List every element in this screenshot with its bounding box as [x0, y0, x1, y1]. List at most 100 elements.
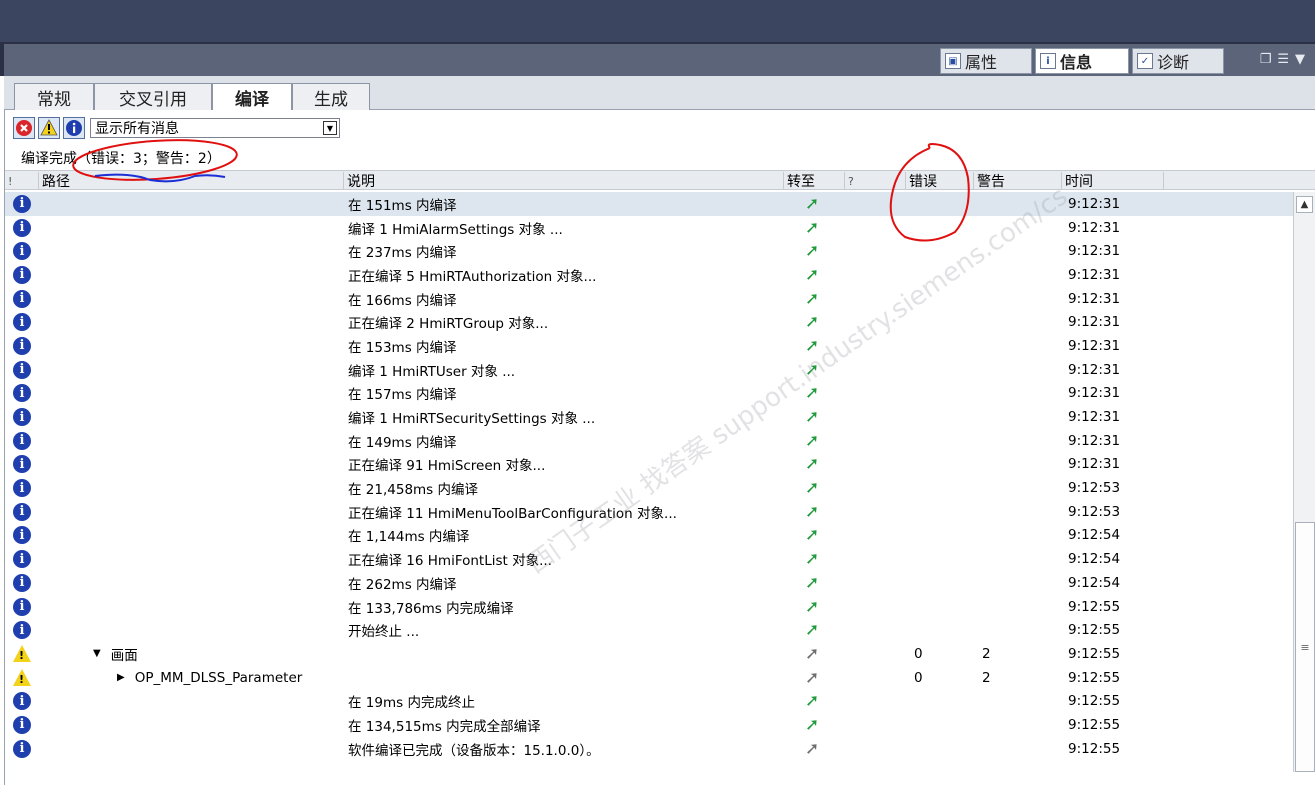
column-header-path[interactable]: 路径	[39, 172, 344, 190]
chevron-down-icon[interactable]: ▼	[323, 121, 337, 135]
goto-arrow-icon[interactable]: ➚	[805, 737, 819, 761]
table-row[interactable]: i 编译 1 HmiAlarmSettings 对象 ... ➚ 9:12:31	[5, 216, 1293, 240]
time-cell: 9:12:31	[1068, 361, 1121, 378]
info-icon: i	[13, 192, 31, 216]
time-cell: 9:12:54	[1068, 574, 1121, 591]
goto-arrow-icon[interactable]: ➚	[805, 263, 819, 287]
info-filter-button[interactable]	[63, 117, 85, 139]
restore-icon[interactable]: ❐	[1260, 52, 1272, 67]
table-row[interactable]: ! ▼ 画面 ➚ 0 2 9:12:55	[5, 642, 1293, 666]
goto-arrow-icon[interactable]: ➚	[805, 476, 819, 500]
goto-arrow-icon[interactable]: ➚	[805, 642, 819, 666]
time-cell: 9:12:55	[1068, 622, 1121, 639]
goto-arrow-icon[interactable]: ➚	[805, 310, 819, 334]
description-cell: 在 157ms 内编译	[348, 387, 457, 404]
table-row[interactable]: i 在 134,515ms 内完成全部编译 ➚ 9:12:55	[5, 713, 1293, 737]
goto-arrow-icon[interactable]: ➚	[805, 453, 819, 477]
time-cell: 9:12:55	[1068, 740, 1121, 757]
info-icon: i	[13, 524, 31, 548]
goto-arrow-icon[interactable]: ➚	[805, 666, 819, 690]
table-row[interactable]: i 编译 1 HmiRTUser 对象 ... ➚ 9:12:31	[5, 358, 1293, 382]
scroll-thumb[interactable]: ≡	[1295, 522, 1315, 772]
time-cell: 9:12:31	[1068, 314, 1121, 331]
goto-arrow-icon[interactable]: ➚	[805, 239, 819, 263]
window-controls: ❐ ☰ ▼	[1260, 52, 1305, 67]
time-cell: 9:12:55	[1068, 693, 1121, 710]
table-row[interactable]: i 正在编译 5 HmiRTAuthorization 对象... ➚ 9:12:31	[5, 263, 1293, 287]
column-header-description[interactable]: 说明	[344, 172, 784, 190]
info-icon: i	[13, 547, 31, 571]
table-row[interactable]: i 在 237ms 内编译 ➚ 9:12:31	[5, 239, 1293, 263]
info-icon: i	[13, 239, 31, 263]
goto-arrow-icon[interactable]: ➚	[805, 547, 819, 571]
info-subtabs: 常规 交叉引用 编译 生成	[4, 76, 1315, 111]
chevron-down-icon[interactable]: ▼	[1295, 52, 1305, 67]
info-icon: i	[13, 287, 31, 311]
goto-arrow-icon[interactable]: ➚	[805, 713, 819, 737]
goto-arrow-icon[interactable]: ➚	[805, 192, 819, 216]
table-row[interactable]: i 软件编译已完成（设备版本：15.1.0.0）。 ➚ 9:12:55	[5, 737, 1293, 761]
goto-arrow-icon[interactable]: ➚	[805, 216, 819, 240]
goto-arrow-icon[interactable]: ➚	[805, 287, 819, 311]
warning-filter-button[interactable]	[38, 117, 60, 139]
compile-panel: 显示所有消息 ▼ 编译完成（错误：3；警告：2） ! 路径 说明 转至 ? 错误…	[4, 110, 1315, 785]
table-row[interactable]: i 编译 1 HmiRTSecuritySettings 对象 ... ➚ 9:12:…	[5, 405, 1293, 429]
table-row[interactable]: i 在 151ms 内编译 ➚ 9:12:31	[5, 192, 1293, 216]
table-row[interactable]: i 在 19ms 内完成终止 ➚ 9:12:55	[5, 689, 1293, 713]
message-filter-dropdown[interactable]: 显示所有消息 ▼	[90, 118, 340, 138]
goto-arrow-icon[interactable]: ➚	[805, 405, 819, 429]
goto-arrow-icon[interactable]: ➚	[805, 595, 819, 619]
table-row[interactable]: i 正在编译 2 HmiRTGroup 对象... ➚ 9:12:31	[5, 310, 1293, 334]
description-cell: 在 1,144ms 内编译	[348, 529, 470, 546]
table-row[interactable]: i 在 166ms 内编译 ➚ 9:12:31	[5, 287, 1293, 311]
goto-arrow-icon[interactable]: ➚	[805, 524, 819, 548]
path-cell: ▼ 画面	[93, 642, 138, 666]
goto-arrow-icon[interactable]: ➚	[805, 500, 819, 524]
goto-arrow-icon[interactable]: ➚	[805, 618, 819, 642]
column-header-help[interactable]: ?	[845, 172, 906, 190]
table-row[interactable]: i在 153ms 内编译 ➚ 9:12:31	[5, 334, 1293, 358]
column-header-severity[interactable]: !	[5, 172, 39, 190]
goto-arrow-icon[interactable]: ➚	[805, 429, 819, 453]
description-cell: 编译 1 HmiAlarmSettings 对象 ...	[348, 221, 563, 238]
table-row[interactable]: i 在 149ms 内编译 ➚ 9:12:31	[5, 429, 1293, 453]
tab-info[interactable]: i 信息	[1035, 48, 1129, 74]
menu-icon[interactable]: ☰	[1277, 52, 1289, 67]
chevron-down-icon[interactable]: ▼	[93, 648, 101, 659]
description-cell: 编译 1 HmiRTSecuritySettings 对象 ...	[348, 411, 596, 428]
table-row[interactable]: ! ▶ OP_MM_DLSS_Parameter ➚ 0 2 9:12:55	[5, 666, 1293, 690]
goto-arrow-icon[interactable]: ➚	[805, 689, 819, 713]
tab-diagnostics[interactable]: ✓ 诊断	[1132, 48, 1224, 74]
errors-cell: 0	[914, 645, 923, 662]
tab-general[interactable]: 常规	[14, 83, 94, 110]
error-filter-button[interactable]	[13, 117, 35, 139]
goto-arrow-icon[interactable]: ➚	[805, 571, 819, 595]
info-icon: i	[13, 689, 31, 713]
tab-label: 信息	[1060, 53, 1093, 72]
info-icon: i	[13, 737, 31, 761]
table-row[interactable]: i 正在编译 16 HmiFontList 对象... ➚ 9:12:54	[5, 547, 1293, 571]
table-row[interactable]: i 在 262ms 内编译 ➚ 9:12:54	[5, 571, 1293, 595]
tab-generate[interactable]: 生成	[292, 83, 370, 110]
time-cell: 9:12:31	[1068, 195, 1121, 212]
column-header-errors[interactable]: 错误	[906, 172, 974, 190]
time-cell: 9:12:31	[1068, 219, 1121, 236]
tab-compile[interactable]: 编译	[212, 83, 292, 111]
table-row[interactable]: i 在 133,786ms 内完成编译 ➚ 9:12:55	[5, 595, 1293, 619]
time-cell: 9:12:31	[1068, 266, 1121, 283]
scroll-up-icon[interactable]: ▲	[1296, 196, 1313, 213]
column-header-time[interactable]: 时间	[1062, 172, 1164, 190]
tab-properties[interactable]: ▣ 属性	[940, 48, 1032, 74]
time-cell: 9:12:31	[1068, 385, 1121, 402]
info-icon: i	[1040, 53, 1056, 69]
info-icon: i	[13, 618, 31, 642]
tab-cross-reference[interactable]: 交叉引用	[94, 83, 212, 110]
time-cell: 9:12:31	[1068, 337, 1121, 354]
chevron-right-icon[interactable]: ▶	[117, 672, 125, 683]
table-row[interactable]: i 开始终止 ... ➚ 9:12:55	[5, 618, 1293, 642]
table-row[interactable]: i 在 1,144ms 内编译 ➚ 9:12:54	[5, 524, 1293, 548]
table-row[interactable]: i在 157ms 内编译 ➚ 9:12:31	[5, 382, 1293, 406]
column-header-goto[interactable]: 转至	[784, 172, 845, 190]
description-cell: 在 133,786ms 内完成编译	[348, 600, 514, 617]
vertical-scrollbar[interactable]: ▲ ≡	[1293, 192, 1315, 772]
